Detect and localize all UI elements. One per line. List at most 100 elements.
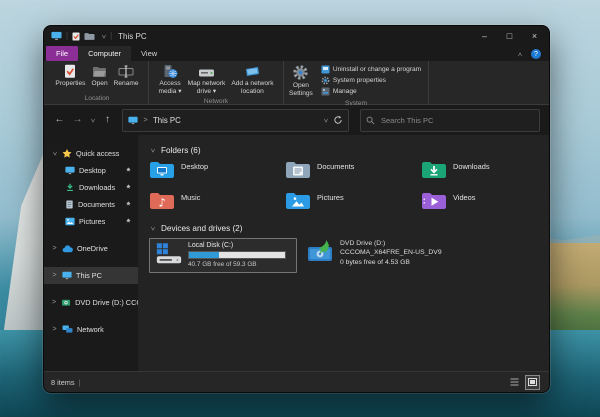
folder-name: Videos [453, 191, 475, 202]
expander-right-icon[interactable] [51, 326, 58, 333]
item-count: 8 items [51, 378, 75, 387]
group-label-location: Location [49, 94, 145, 104]
ribbon: Properties Open Rename Location [44, 61, 549, 105]
network-icon [62, 325, 73, 334]
open-button[interactable]: Open [89, 63, 109, 94]
folder-tile-videos[interactable]: Videos [421, 191, 548, 212]
folder-tile-documents[interactable]: Documents [285, 160, 421, 181]
sidebar-item-dvd-drive[interactable]: DVD Drive (D:) CCCC [44, 294, 138, 311]
back-icon[interactable]: ← [53, 115, 66, 125]
properties-label: Properties [55, 80, 85, 87]
downloads-icon [65, 183, 75, 192]
sidebar-network-label: Network [77, 325, 104, 334]
recent-locations-icon[interactable] [89, 117, 96, 124]
dvd-drive-tile[interactable]: DVD Drive (D:) CCCOMA_X64FRE_EN-US_DV9 0… [307, 238, 442, 273]
minimize-button[interactable]: – [474, 30, 495, 42]
documents-folder-icon [285, 160, 311, 180]
sidebar-desktop-label: Desktop [79, 166, 106, 175]
dvd-drive-info: DVD Drive (D:) CCCOMA_X64FRE_EN-US_DV9 0… [340, 239, 442, 273]
map-network-drive-button[interactable]: Map network drive ▾ [186, 63, 228, 97]
qat-dropdown-icon[interactable] [99, 33, 106, 40]
ribbon-group-system: Open Settings Uninstall or change a prog… [284, 61, 429, 104]
sidebar-item-desktop[interactable]: Desktop [44, 162, 138, 179]
map-network-drive-label-2: drive ▾ [197, 88, 216, 95]
forward-icon[interactable]: → [71, 115, 84, 125]
quick-access-label: Quick access [76, 149, 119, 158]
section-collapse-icon[interactable] [149, 147, 156, 154]
search-input[interactable] [379, 115, 534, 126]
folder-tile-downloads[interactable]: Downloads [421, 160, 548, 181]
sidebar-item-pictures[interactable]: Pictures [44, 213, 138, 230]
dvd-volume-label: CCCOMA_X64FRE_EN-US_DV9 [340, 249, 442, 257]
details-view-button[interactable] [507, 375, 522, 390]
system-properties-icon [321, 76, 330, 85]
open-settings-label-1: Open [293, 82, 309, 89]
icons-view-button[interactable] [525, 375, 540, 390]
section-collapse-icon[interactable] [149, 225, 156, 232]
drives-section-header[interactable]: Devices and drives (2) [149, 224, 549, 233]
folders-section-header[interactable]: Folders (6) [149, 146, 549, 155]
up-icon[interactable]: ↑ [101, 115, 114, 125]
local-disk-info: Local Disk (C:) 40.7 GB free of 59.3 GB [188, 242, 286, 268]
expander-down-icon[interactable] [51, 150, 58, 157]
breadcrumb-location[interactable]: This PC [153, 116, 181, 125]
sidebar-item-this-pc[interactable]: This PC [44, 267, 138, 284]
sidebar-item-documents[interactable]: Documents [44, 196, 138, 213]
refresh-icon[interactable] [333, 115, 343, 125]
rename-button[interactable]: Rename [112, 63, 141, 94]
open-settings-button[interactable]: Open Settings [287, 63, 315, 99]
navigation-pane: Quick access Desktop Downloads [44, 135, 138, 371]
folder-tile-pictures[interactable]: Pictures [285, 191, 421, 212]
collapse-ribbon-icon[interactable] [518, 51, 525, 58]
system-properties-label: System properties [333, 77, 386, 84]
add-network-location-button[interactable]: Add a network location [229, 63, 275, 97]
access-media-icon [162, 64, 178, 79]
onedrive-cloud-icon [62, 245, 73, 253]
sidebar-item-network[interactable]: Network [44, 321, 138, 338]
folder-name: Pictures [317, 191, 344, 202]
sidebar-this-pc-label: This PC [76, 271, 102, 280]
tab-view[interactable]: View [131, 46, 167, 61]
sidebar-dvd-label: DVD Drive (D:) CCCC [75, 298, 138, 307]
qat-folder-icon[interactable] [84, 32, 95, 41]
sidebar-item-onedrive[interactable]: OneDrive [44, 240, 138, 257]
folder-name: Documents [317, 160, 354, 171]
sidebar-downloads-label: Downloads [79, 183, 115, 192]
folder-tile-music[interactable]: ♪ Music [149, 191, 285, 212]
tab-computer[interactable]: Computer [78, 46, 131, 61]
sidebar-gap [44, 284, 138, 294]
pin-icon [124, 218, 131, 225]
ribbon-tab-row: File Computer View ? [44, 44, 549, 61]
add-network-location-icon [244, 64, 261, 79]
desktop-folder-icon [149, 160, 175, 180]
address-dropdown-icon[interactable] [322, 117, 329, 124]
pin-icon [124, 184, 131, 191]
access-media-button[interactable]: Access media ▾ [156, 63, 183, 97]
dvd-disc-icon [61, 298, 71, 307]
dvd-drive-icon [307, 239, 333, 273]
expander-right-icon[interactable] [51, 245, 58, 252]
expander-right-icon[interactable] [51, 299, 57, 306]
local-disk-tile[interactable]: Local Disk (C:) 40.7 GB free of 59.3 GB [149, 238, 297, 273]
expander-right-icon[interactable] [51, 272, 58, 279]
sidebar-gap [44, 257, 138, 267]
search-box[interactable] [360, 109, 540, 132]
navigation-bar: ← → ↑ This PC [44, 105, 549, 135]
folder-tile-desktop[interactable]: Desktop [149, 160, 285, 181]
properties-button[interactable]: Properties [53, 63, 87, 94]
maximize-button[interactable]: □ [499, 30, 520, 42]
settings-gear-icon [292, 64, 309, 81]
videos-folder-icon [421, 191, 447, 211]
system-properties-button[interactable]: System properties [321, 76, 421, 86]
manage-button[interactable]: Manage [321, 87, 421, 97]
address-bar[interactable]: This PC [122, 109, 349, 132]
sidebar-gap [44, 230, 138, 240]
uninstall-program-button[interactable]: Uninstall or change a program [321, 65, 421, 75]
qat-properties-icon[interactable] [72, 32, 80, 41]
sidebar-item-downloads[interactable]: Downloads [44, 179, 138, 196]
sidebar-item-quick-access[interactable]: Quick access [44, 145, 138, 162]
close-button[interactable]: × [524, 30, 545, 42]
help-icon[interactable]: ? [531, 49, 541, 59]
breadcrumb-chevron-icon[interactable] [142, 117, 149, 124]
tab-file[interactable]: File [46, 46, 78, 61]
